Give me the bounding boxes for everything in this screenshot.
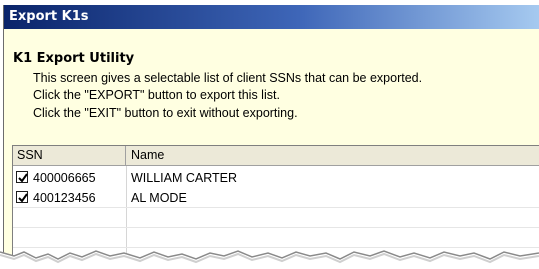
checkmark-icon	[18, 173, 28, 183]
ssn-value: 400123456	[33, 191, 96, 205]
column-header-name[interactable]: Name	[127, 146, 539, 165]
name-cell: AL MODE	[131, 191, 187, 205]
window-title-bar[interactable]: Export K1s	[4, 5, 539, 29]
window-title: Export K1s	[9, 9, 89, 24]
export-k1s-window: Export K1s K1 Export Utility This screen…	[3, 5, 539, 257]
instructions-panel: K1 Export Utility This screen gives a se…	[4, 29, 539, 141]
row-checkbox[interactable]	[16, 171, 28, 183]
table-row[interactable]: 400006665 WILLIAM CARTER	[13, 168, 539, 188]
instruction-line-2: Click the "EXPORT" button to export this…	[33, 88, 280, 102]
name-cell: WILLIAM CARTER	[131, 171, 238, 185]
row-checkbox[interactable]	[16, 191, 28, 203]
torn-edge-decoration	[0, 250, 539, 269]
checkmark-icon	[18, 193, 28, 203]
row-gridline	[13, 227, 539, 228]
utility-heading: K1 Export Utility	[13, 51, 135, 66]
list-header: SSN Name	[13, 146, 539, 166]
instruction-line-1: This screen gives a selectable list of c…	[33, 71, 423, 85]
table-row[interactable]: 400123456 AL MODE	[13, 188, 539, 208]
column-header-ssn[interactable]: SSN	[13, 146, 126, 165]
instruction-line-3: Click the "EXIT" button to exit without …	[33, 106, 298, 120]
ssn-value: 400006665	[33, 171, 96, 185]
